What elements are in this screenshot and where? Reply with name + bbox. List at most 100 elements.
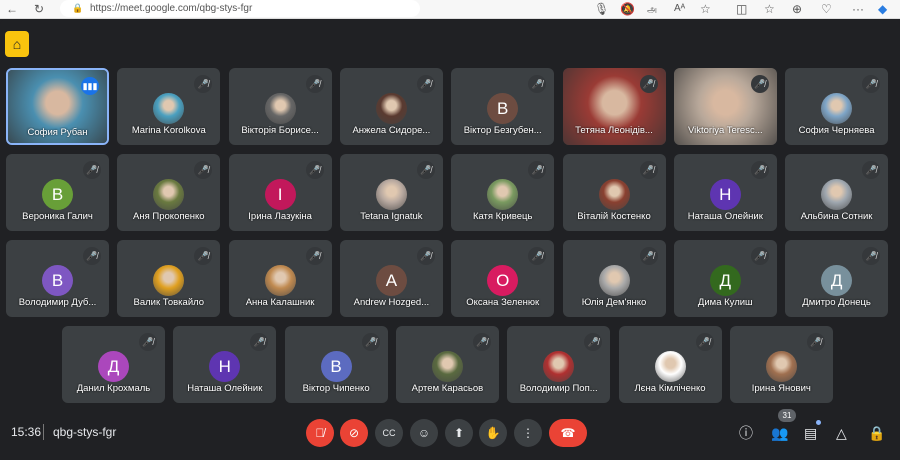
split-screen-icon[interactable]: ◫	[736, 1, 747, 17]
present-button[interactable]: ⬆	[445, 419, 473, 447]
participant-tile[interactable]: 🎤̸ Аня Прокопенко	[117, 154, 221, 231]
muted-mic-icon: 🎤̸	[416, 75, 435, 93]
meeting-info-icon[interactable]: ⓘ	[739, 423, 753, 443]
mic-off-icon: 🎙̸	[315, 426, 325, 440]
leave-call-button[interactable]: ☎	[549, 419, 587, 447]
participant-tile[interactable]: 🎤̸ Ірина Янович	[729, 326, 833, 403]
muted-mic-icon: 🎤̸	[472, 333, 491, 351]
camera-off-icon: ⊘	[348, 426, 360, 440]
participant-avatar: Д	[821, 265, 853, 296]
back-icon[interactable]: ←	[6, 1, 18, 17]
participant-tile[interactable]: В 🎤̸ Віктор Чипенко	[284, 326, 388, 403]
host-controls-icon[interactable]: 🔒	[868, 423, 885, 443]
muted-mic-icon: 🎤̸	[528, 161, 547, 179]
participant-tile[interactable]: 🎤̸ Юлія Дем'янко	[562, 240, 666, 317]
participant-name: София Рубан	[27, 127, 88, 138]
participant-avatar-photo	[375, 179, 407, 210]
participant-tile[interactable]: Д 🎤̸ Дмитро Донець	[785, 240, 889, 317]
muted-mic-icon: 🎤̸	[416, 161, 435, 179]
mic-icon[interactable]: 🎙	[594, 1, 609, 17]
participant-tile[interactable]: Д 🎤̸ Дима Кулиш	[673, 240, 777, 317]
participant-tile[interactable]: 🎤̸ Лєна Кімліченко	[618, 326, 722, 403]
participant-tile[interactable]: О 🎤̸ Оксана Зеленюк	[451, 240, 555, 317]
captions-button[interactable]: CC	[375, 419, 403, 447]
participant-name: Marina Korolkova	[131, 125, 206, 136]
participant-tile[interactable]: 🎤̸ Катя Кривець	[451, 154, 555, 231]
participant-tile[interactable]: 🎤̸ Альбина Сотник	[785, 154, 889, 231]
activities-icon[interactable]: △	[836, 423, 847, 443]
read-aloud-icon[interactable]: Aᴬ	[674, 1, 685, 17]
raise-hand-button[interactable]: ✋	[479, 419, 507, 447]
muted-mic-icon: 🎤̸	[862, 75, 881, 93]
participant-tile[interactable]: Д 🎤̸ Данил Крохмаль	[62, 326, 165, 403]
muted-mic-icon: 🎤̸	[639, 161, 658, 179]
camera-off-button[interactable]: ⊘	[340, 419, 368, 447]
participant-avatar-photo	[598, 179, 630, 210]
participant-tile[interactable]: 🎤̸ Віталій Костенко	[562, 154, 666, 231]
participant-tile[interactable]: 🎤̸ Tetana Ignatuk	[339, 154, 443, 231]
hand-icon: ✋	[485, 426, 501, 440]
people-icon[interactable]: 👥	[771, 423, 788, 443]
participant-tile[interactable]: В 🎤̸ Віктор Безгубен...	[451, 68, 555, 145]
participant-tile[interactable]: 🎤̸ Тетяна Леонідів...	[562, 68, 666, 145]
participant-tile[interactable]: A 🎤̸ Andrew Hozged...	[339, 240, 443, 317]
favorites-icon[interactable]: ☆	[764, 1, 775, 17]
participant-name: София Черняева	[798, 125, 875, 136]
participant-tile[interactable]: Н 🎤̸ Наташа Олейник	[673, 154, 777, 231]
participant-tile[interactable]: 🎤̸ Артем Карасьов	[395, 326, 499, 403]
participant-tile[interactable]: 🎤̸ Валик Товкайло	[117, 240, 221, 317]
mic-off-button[interactable]: 🎙̸	[306, 419, 334, 447]
collections-icon[interactable]: ⊕	[792, 1, 802, 17]
participant-tile[interactable]: 🎤̸ Viktoriya Teresc...	[673, 68, 777, 145]
participant-name: Данил Крохмаль	[76, 383, 151, 394]
participant-avatar: Н	[709, 179, 741, 210]
participant-avatar: A	[375, 265, 407, 296]
participant-tile[interactable]: 🎤̸ Вікторія Борисе...	[228, 68, 332, 145]
participant-avatar: Д	[709, 265, 741, 296]
notifications-off-icon[interactable]: 🔕	[620, 1, 635, 17]
participant-avatar-photo	[821, 179, 853, 210]
participant-avatar-photo	[821, 93, 853, 124]
participant-tile[interactable]: 🎤̸ Marina Korolkova	[117, 68, 221, 145]
participant-avatar-photo	[264, 265, 296, 296]
muted-mic-icon: 🎤̸	[305, 161, 324, 179]
more-options-button[interactable]: ⋮	[514, 419, 542, 447]
present-screen-icon: ⬆	[453, 426, 465, 440]
participant-avatar: В	[42, 265, 73, 296]
chat-icon[interactable]: ▤	[804, 423, 817, 443]
muted-mic-icon: 🎤̸	[361, 333, 380, 351]
reactions-button[interactable]: ☺	[410, 419, 438, 447]
participant-name: Катя Кривець	[472, 211, 533, 222]
participant-avatar-photo	[765, 351, 797, 382]
copilot-icon[interactable]: ◆	[878, 1, 887, 17]
participant-name: Юлія Дем'янко	[581, 297, 647, 308]
muted-mic-icon: 🎤̸	[194, 247, 213, 265]
participant-avatar-photo	[598, 265, 630, 296]
participant-name: Вероника Галич	[22, 211, 93, 222]
muted-mic-icon: 🎤̸	[139, 333, 157, 351]
site-info-icon[interactable]: 🔒	[72, 0, 83, 17]
participant-tile[interactable]: ▮▮▮ София Рубан	[6, 68, 109, 145]
participant-tile[interactable]: 🎤̸ София Черняева	[785, 68, 889, 145]
participant-avatar-photo	[153, 179, 185, 210]
muted-mic-icon: 🎤̸	[528, 247, 547, 265]
translate-icon[interactable]: அ	[647, 1, 657, 17]
meet-logo-icon: ⌂	[5, 31, 29, 57]
participant-name: Віктор Безгубен...	[463, 125, 542, 136]
browser-essentials-icon[interactable]: ♡	[821, 1, 832, 17]
participant-tile[interactable]: В 🎤̸ Вероника Галич	[6, 154, 109, 231]
participant-tile[interactable]: Н 🎤̸ Наташа Олейник	[173, 326, 277, 403]
participant-name: Tetana Ignatuk	[360, 211, 423, 222]
participant-name: Дима Кулиш	[697, 297, 753, 308]
reload-icon[interactable]: ↻	[34, 1, 44, 17]
more-icon[interactable]: ···	[852, 1, 864, 17]
participant-tile[interactable]: 🎤̸ Володимир Поп...	[507, 326, 611, 403]
participant-tile[interactable]: 🎤̸ Анжела Сидоре...	[339, 68, 443, 145]
participant-tile[interactable]: В 🎤̸ Володимир Дуб...	[6, 240, 109, 317]
favorite-star-icon[interactable]: ☆	[700, 1, 711, 17]
address-bar[interactable]: 🔒 https://meet.google.com/qbg-stys-fgr	[60, 0, 420, 17]
participant-name: Лєна Кімліченко	[634, 383, 706, 394]
participant-tile[interactable]: 🎤̸ Анна Калашник	[228, 240, 332, 317]
participant-tile[interactable]: І 🎤̸ Ірина Лазукіна	[228, 154, 332, 231]
participant-name: Дмитро Донець	[802, 297, 871, 308]
